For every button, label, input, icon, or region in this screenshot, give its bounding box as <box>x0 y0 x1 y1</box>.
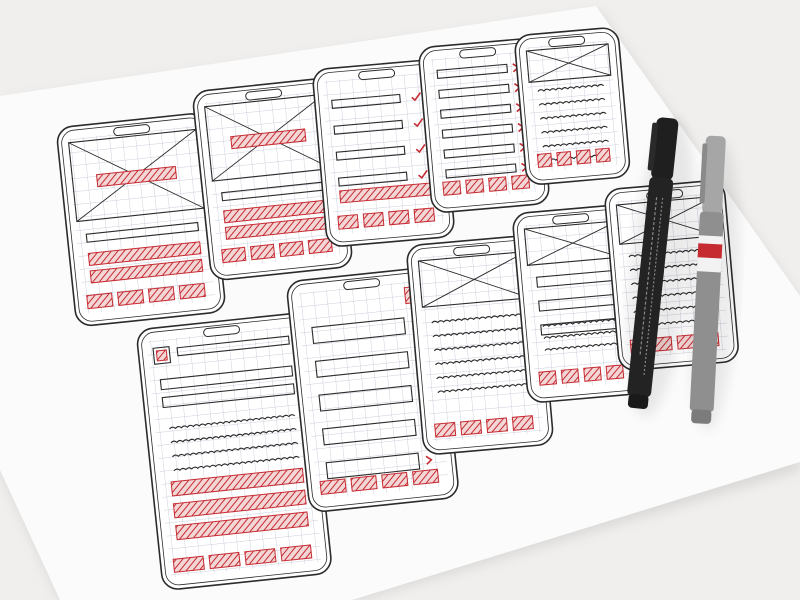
tab-bar-item <box>485 417 509 434</box>
tab-bar-item <box>511 415 534 431</box>
tab-bar-item <box>442 180 462 196</box>
tab-bar-item <box>116 289 145 306</box>
tab-bar-item <box>362 211 385 228</box>
tab-bar-item <box>413 207 436 224</box>
tab-bar-item <box>221 246 247 264</box>
tab-bar-item <box>381 471 409 489</box>
tab-bar-item <box>411 468 440 486</box>
tab-bar-item <box>350 475 378 492</box>
tab-bar-item <box>172 555 205 573</box>
tab-bar-item <box>307 237 333 255</box>
pen-end <box>691 409 712 424</box>
tab-bar-item <box>249 243 276 261</box>
tab-bar-item <box>147 286 176 303</box>
tab-bar-item <box>583 366 602 382</box>
tab-bar-item <box>510 174 531 190</box>
tab-bar-item <box>488 176 508 192</box>
marker-end <box>627 393 649 410</box>
tab-bar-item <box>178 282 206 300</box>
tab-bar-item <box>434 421 457 438</box>
tab-bar-item <box>459 419 483 436</box>
tab-bar-item <box>86 292 114 310</box>
tab-bar-item <box>556 150 572 167</box>
tab-bar-item <box>595 147 611 163</box>
phone-wireframe <box>514 27 631 185</box>
tab-bar-item <box>538 370 558 386</box>
tab-bar-item <box>278 240 305 258</box>
tab-bar-item <box>244 548 277 566</box>
hamburger-icon <box>155 349 168 362</box>
tab-bar-item <box>319 478 347 496</box>
tab-bar-item <box>560 368 580 384</box>
scene <box>0 0 800 600</box>
tab-bar-item <box>388 209 410 226</box>
tab-bar-item <box>465 178 485 194</box>
tab-bar-item <box>605 364 625 380</box>
tab-bar-item <box>280 544 313 562</box>
tab-bar-item <box>575 149 592 165</box>
tab-bar-item <box>337 214 359 230</box>
pen-label-red <box>697 243 723 259</box>
tab-bar-item <box>208 551 241 570</box>
tab-bar-item <box>536 152 553 168</box>
